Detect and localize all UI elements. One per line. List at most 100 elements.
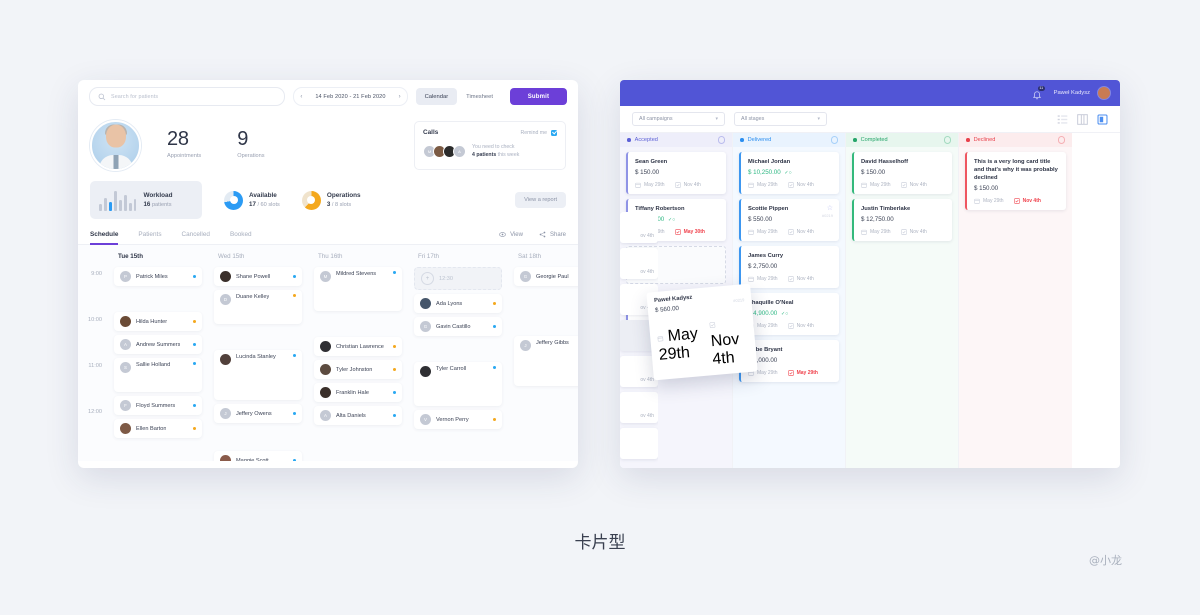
workload-card[interactable]: Workload 16 patients	[90, 181, 202, 219]
status-dot	[853, 138, 857, 142]
calls-message: You need to check 4 patients this week	[472, 143, 519, 159]
collapse-icon[interactable]	[943, 136, 951, 144]
dragging-card[interactable]: #0219 Paweł Kadysz $ 560.00 May 29th Nov…	[646, 283, 758, 381]
status-dot	[392, 344, 396, 349]
appointment-slot[interactable]: Lucinda Stanley	[214, 350, 302, 400]
card-amount: $ 4,900.00 ✓○	[748, 310, 832, 317]
view-report-button[interactable]: View a report	[515, 192, 566, 208]
star-icon[interactable]: ☆	[827, 204, 833, 212]
appointment-slot[interactable]: D Duane Kelley	[214, 290, 302, 324]
tab-calendar[interactable]: Calendar	[415, 88, 458, 105]
day-header: Sat 18th	[518, 253, 542, 260]
collapse-icon[interactable]	[830, 136, 838, 144]
card-title: This is a very long card title and that'…	[974, 159, 1058, 181]
appointment-slot[interactable]: Franklin Hale	[314, 383, 402, 402]
chevron-down-icon: ▾	[817, 116, 820, 122]
appointment-slot[interactable]: Tyler Carroll	[414, 362, 502, 406]
appointment-slot[interactable]: J Jeffery Owens	[214, 404, 302, 423]
avatar: S	[120, 362, 131, 373]
remind-me-checkbox[interactable]	[551, 129, 557, 136]
tab-schedule[interactable]: Schedule	[90, 231, 119, 245]
kanban-card[interactable]: Shaquille O'Neal $ 4,900.00 ✓○ May 29th …	[739, 293, 839, 335]
status-dot	[492, 324, 496, 329]
tab-booked[interactable]: Booked	[230, 231, 252, 244]
board-view-icon[interactable]	[1097, 114, 1108, 125]
date-range-nav: ‹ 14 Feb 2020 - 21 Feb 2020 ›	[293, 87, 408, 106]
submit-button[interactable]: Submit	[510, 88, 567, 105]
appointment-slot[interactable]: Ellen Barton	[114, 419, 202, 438]
appointment-slot[interactable]: Maggie Scott	[214, 451, 302, 461]
kanban-card[interactable]: ☆ #0219 Scottie Pippen $ 550.00 May 29th	[739, 199, 839, 241]
empty-slot-add[interactable]: + 12:30	[414, 267, 502, 290]
appointment-slot[interactable]: P Patrick Miles	[114, 267, 202, 286]
avatar	[120, 423, 131, 434]
day-header: Tue 15th	[118, 253, 143, 260]
user-avatar[interactable]	[1097, 86, 1111, 100]
status-dot	[392, 271, 396, 275]
appointment-slot[interactable]: G Gavin Castillo	[414, 317, 502, 336]
checkbox-icon	[709, 322, 716, 328]
campaign-select[interactable]: All campaigns ▾	[632, 112, 725, 126]
search-input[interactable]: Search for patients	[89, 87, 286, 106]
appointment-slot[interactable]: S Sallie Holland	[114, 358, 202, 392]
column-header: Declined	[959, 133, 1072, 147]
workload-bar-chart	[99, 189, 137, 211]
date-range-label: 14 Feb 2020 - 21 Feb 2020	[315, 93, 386, 100]
schedule-tabs: Schedule Patients Cancelled Booked View	[78, 219, 578, 245]
calls-message-line1: You need to check	[472, 144, 515, 150]
stub-meta: ov 4th	[640, 233, 654, 239]
appointment-slot[interactable]: M Mildred Stevens	[314, 267, 402, 311]
appointment-slot[interactable]: V Vernon Perry	[414, 410, 502, 429]
appointment-slot[interactable]: Christian Lawrence	[314, 337, 402, 356]
list-view-icon[interactable]	[1057, 114, 1068, 125]
tab-timesheet[interactable]: Timesheet	[457, 88, 502, 105]
time-label: 11:00	[88, 363, 102, 369]
collapse-icon[interactable]	[1057, 136, 1065, 144]
appointment-slot[interactable]: Ada Lyons	[414, 294, 502, 313]
kpi-value: 28	[167, 128, 189, 150]
patient-name: Mildred Stevens	[336, 271, 377, 277]
card-amount: $ 150.00	[861, 169, 886, 176]
avatar	[320, 387, 331, 398]
calendar-icon	[974, 198, 980, 204]
collapse-icon[interactable]	[717, 136, 725, 144]
kanban-card[interactable]: James Curry $ 2,750.00 May 29th Nov 4th	[739, 246, 839, 288]
available-title: Available	[249, 192, 277, 199]
notifications-button[interactable]: 11	[1032, 85, 1045, 99]
workload-unit: patients	[151, 202, 172, 208]
status-dot	[966, 138, 970, 142]
kanban-card[interactable]: Michael Jordan $ 10,250.00 ✓○ May 29th N…	[739, 152, 839, 194]
grid-view-icon[interactable]	[1077, 113, 1088, 125]
share-button[interactable]: Share	[539, 231, 566, 238]
card-date: May 29th	[748, 182, 778, 188]
kanban-card[interactable]: This is a very long card title and that'…	[965, 152, 1066, 210]
tab-patients[interactable]: Patients	[138, 231, 161, 244]
appointment-slot[interactable]: G Georgie Paul	[514, 267, 578, 286]
schedule-dashboard-window: Search for patients ‹ 14 Feb 2020 - 21 F…	[78, 80, 578, 468]
appointment-slot[interactable]: Shane Powell	[214, 267, 302, 286]
calendar-icon	[748, 182, 754, 188]
stage-select[interactable]: All stages ▾	[734, 112, 827, 126]
avatar: P	[120, 271, 131, 282]
kanban-card[interactable]: Sean Green $ 150.00 May 29th Nov 4th	[626, 152, 726, 194]
view-mode-switch: Calendar Timesheet	[415, 88, 502, 105]
appointment-slot[interactable]: A Alta Daniels	[314, 406, 402, 425]
share-icon	[539, 231, 546, 238]
view-button[interactable]: View	[499, 231, 523, 238]
tab-cancelled[interactable]: Cancelled	[182, 231, 210, 244]
status-dot	[392, 413, 396, 418]
appointment-slot[interactable]: F Floyd Summers	[114, 396, 202, 415]
appointment-slot[interactable]: Hilda Hunter	[114, 312, 202, 331]
calls-message-count: 4 patients	[472, 152, 497, 158]
appointment-slot[interactable]: J Jeffery Gibbs	[514, 336, 578, 386]
kanban-card[interactable]: David Hasselhoff $ 150.00 May 29th Nov 4…	[852, 152, 952, 194]
share-label: Share	[549, 231, 566, 238]
card-due: Nov 4th	[900, 229, 927, 235]
prev-period-button[interactable]: ‹	[294, 88, 308, 105]
card-title: David Hasselhoff	[861, 159, 909, 165]
kanban-card[interactable]: Justin Timberlake $ 12,750.00 May 29th N…	[852, 199, 952, 241]
appointment-slot[interactable]: Tyler Johnston	[314, 360, 402, 379]
next-period-button[interactable]: ›	[393, 88, 407, 105]
remind-me-toggle[interactable]: Remind me	[520, 129, 557, 136]
appointment-slot[interactable]: A Andrew Summers	[114, 335, 202, 354]
